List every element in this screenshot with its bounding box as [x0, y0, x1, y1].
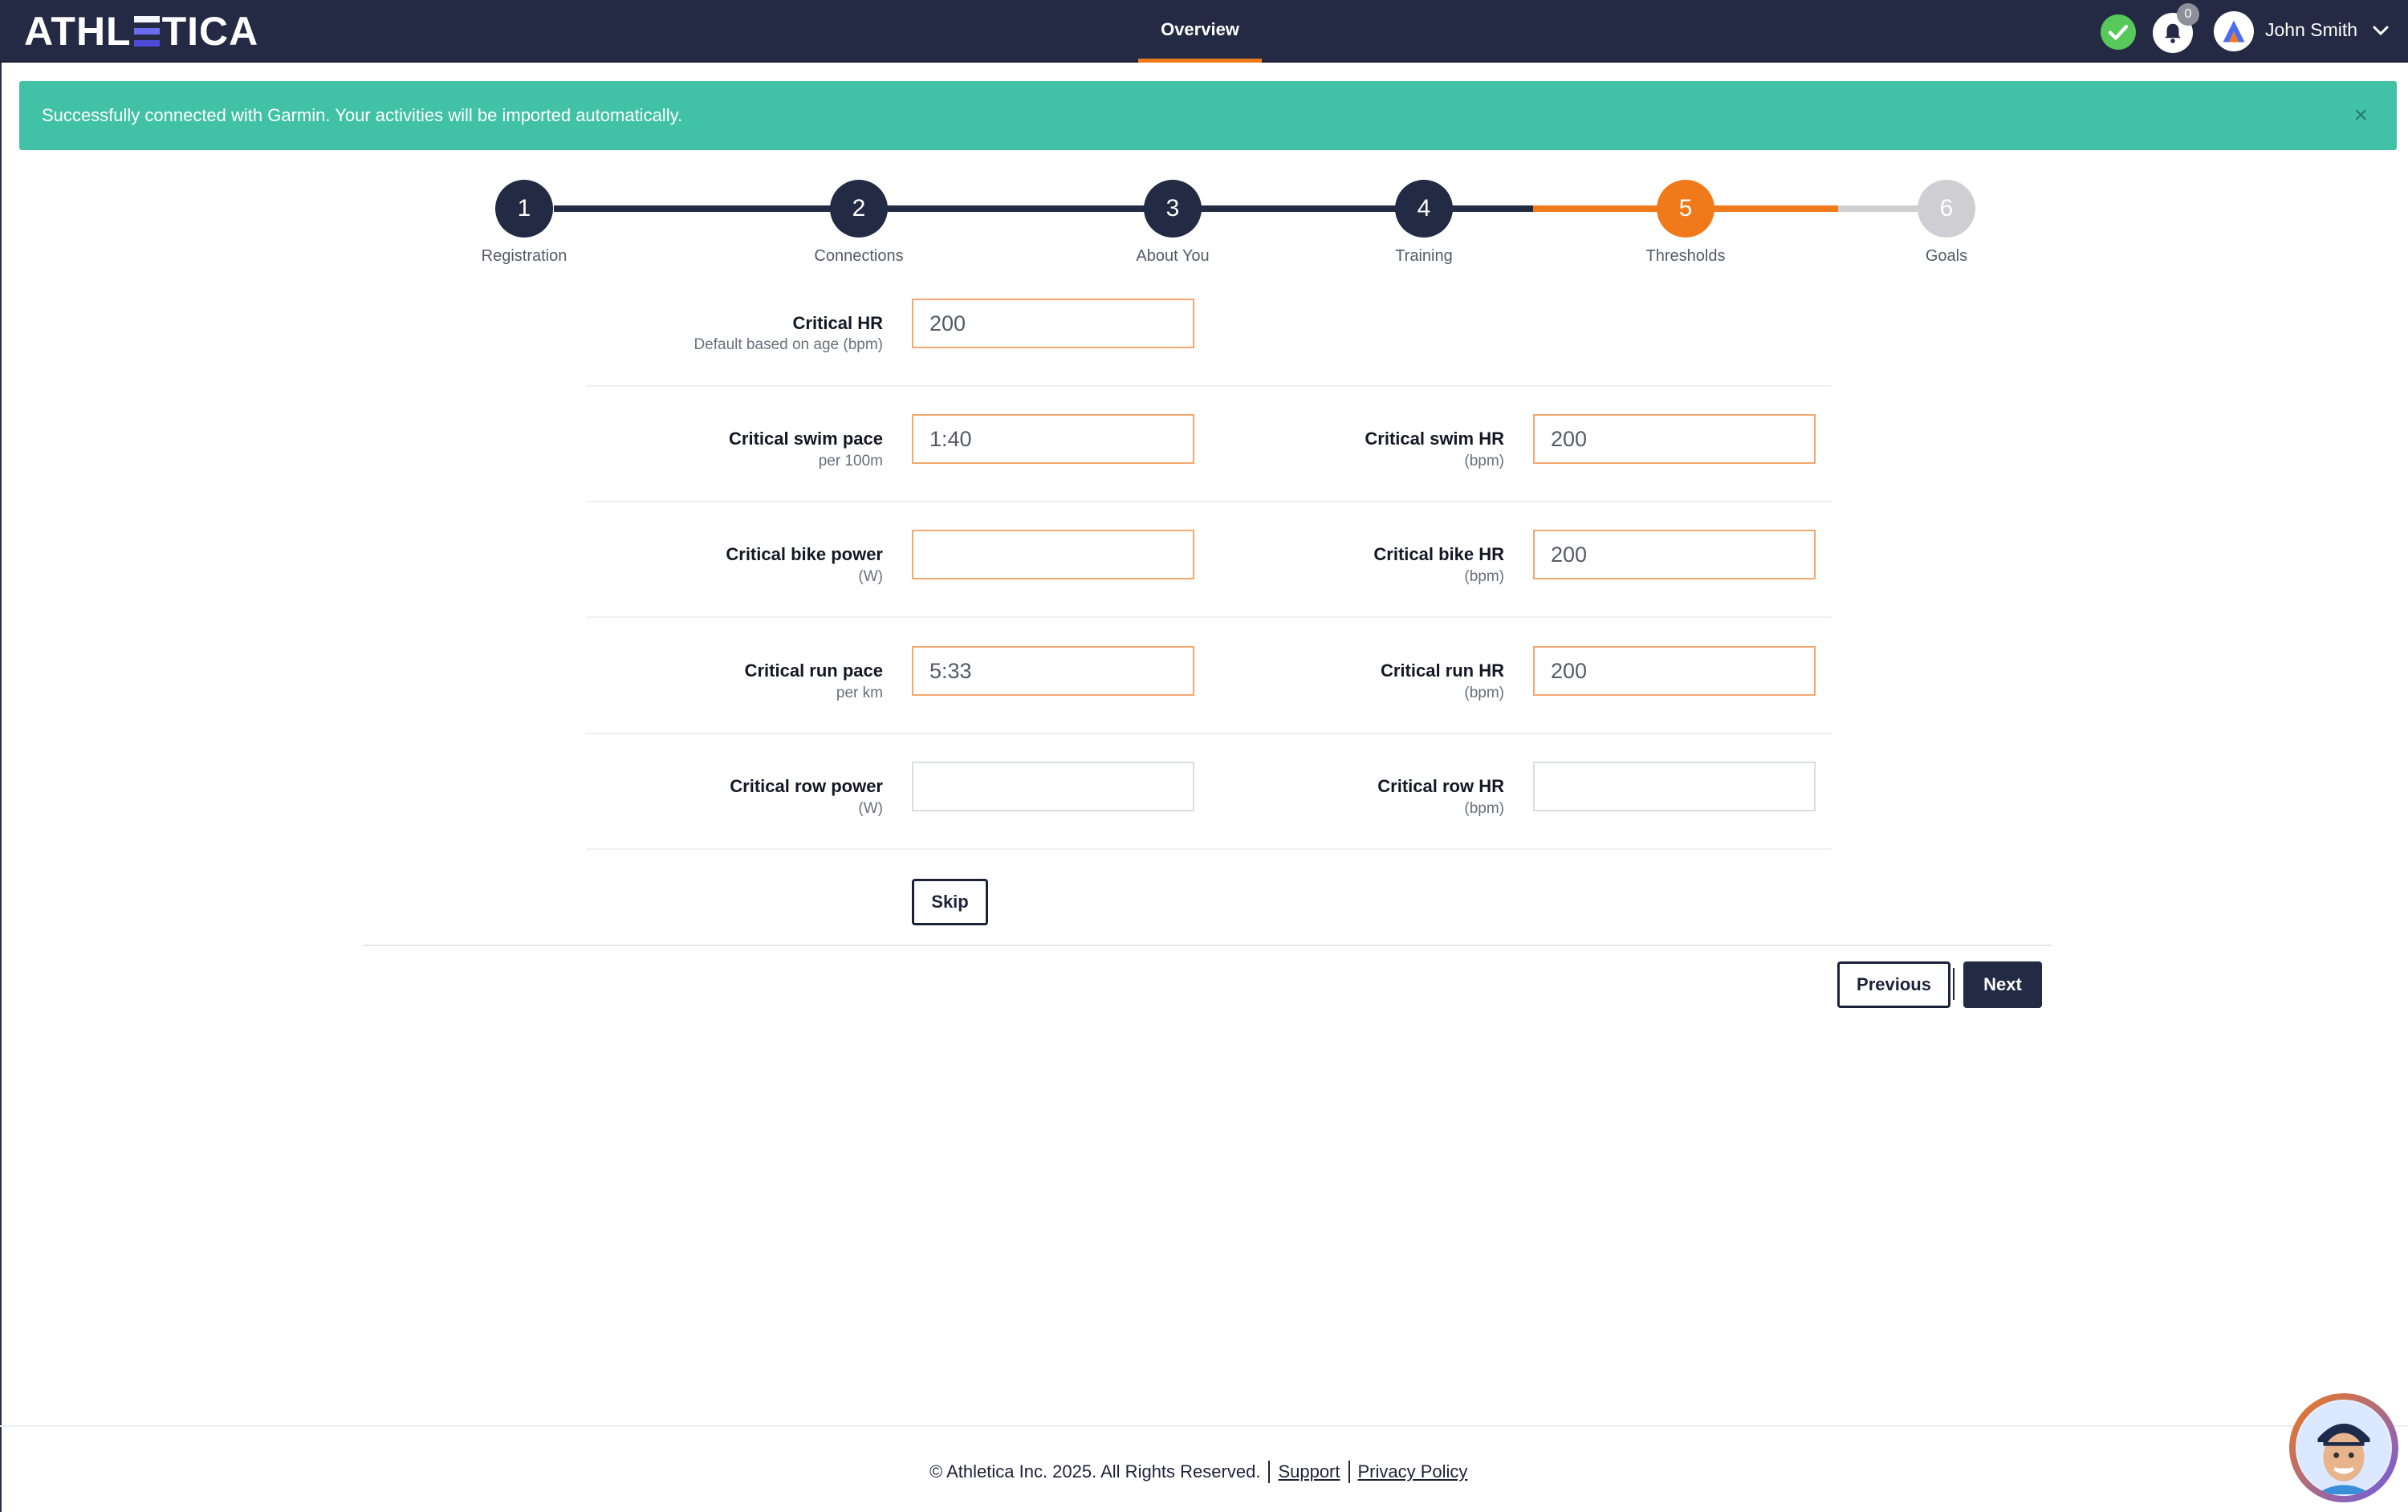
critical-row-power-label: Critical row power	[730, 776, 883, 796]
stepper-line-complete	[554, 205, 1533, 212]
step-4[interactable]: 4	[1395, 180, 1453, 238]
critical-hr-sublabel: Default based on age (bpm)	[694, 336, 883, 353]
support-link[interactable]: Support	[1278, 1461, 1340, 1482]
critical-bike-hr-label: Critical bike HR	[1373, 544, 1504, 564]
assistant-avatar-icon[interactable]	[2289, 1393, 2398, 1502]
step-label-goals: Goals	[1925, 247, 1968, 265]
critical-swim-hr-label: Critical swim HR	[1365, 429, 1504, 449]
critical-run-pace-label: Critical run pace	[744, 660, 883, 681]
row-divider	[586, 616, 1832, 618]
critical-row-hr-input[interactable]	[1533, 762, 1816, 811]
critical-run-hr-sublabel: (bpm)	[1464, 685, 1504, 701]
previous-button[interactable]: Previous	[1837, 961, 1950, 1008]
critical-bike-power-sublabel: (W)	[858, 568, 883, 585]
step-label-training: Training	[1395, 247, 1453, 265]
critical-row-power-sublabel: (W)	[858, 800, 883, 817]
critical-swim-hr-input[interactable]: 200	[1533, 414, 1816, 464]
step-label-connections: Connections	[814, 247, 904, 265]
critical-swim-hr-sublabel: (bpm)	[1464, 453, 1504, 469]
critical-run-pace-sublabel: per km	[836, 685, 883, 701]
logo-text-suffix: TICA	[161, 9, 259, 54]
tab-overview[interactable]: Overview	[1138, 0, 1262, 63]
logo-e-mark	[133, 16, 160, 47]
step-label-thresholds: Thresholds	[1645, 247, 1726, 265]
critical-run-pace-input[interactable]: 5:33	[912, 646, 1194, 696]
critical-row-hr-sublabel: (bpm)	[1464, 800, 1504, 817]
row-divider	[586, 733, 1832, 734]
critical-row-power-input[interactable]	[912, 762, 1194, 811]
alert-message: Successfully connected with Garmin. Your…	[42, 105, 683, 125]
footer-separator	[1268, 1461, 1271, 1483]
skip-button[interactable]: Skip	[912, 879, 988, 925]
step-1[interactable]: 1	[495, 180, 553, 238]
critical-bike-power-label: Critical bike power	[726, 544, 883, 564]
row-divider	[586, 501, 1832, 502]
critical-bike-power-input[interactable]	[912, 530, 1194, 579]
critical-hr-label: Critical HR	[792, 313, 883, 333]
critical-bike-hr-sublabel: (bpm)	[1464, 568, 1504, 585]
top-navbar: ATHL TICA Overview 0 John Smith	[0, 0, 2408, 63]
status-check-icon[interactable]	[2101, 14, 2136, 50]
critical-run-hr-input[interactable]: 200	[1533, 646, 1816, 696]
step-3[interactable]: 3	[1144, 180, 1202, 238]
user-avatar[interactable]	[2214, 11, 2254, 51]
critical-hr-input[interactable]: 200	[912, 299, 1194, 348]
row-divider	[586, 848, 1832, 850]
critical-bike-hr-input[interactable]: 200	[1533, 530, 1816, 579]
critical-row-hr-label: Critical row HR	[1377, 776, 1504, 796]
next-button[interactable]: Next	[1963, 961, 2042, 1008]
step-6[interactable]: 6	[1918, 180, 1975, 238]
section-divider	[363, 945, 2052, 946]
step-2[interactable]: 2	[830, 180, 888, 238]
critical-run-hr-label: Critical run HR	[1380, 660, 1504, 681]
critical-swim-pace-input[interactable]: 1:40	[912, 414, 1194, 464]
footer-separator	[1348, 1461, 1350, 1483]
footer: © Athletica Inc. 2025. All Rights Reserv…	[929, 1461, 1467, 1483]
button-separator	[1953, 968, 1954, 1000]
logo-text-prefix: ATHL	[24, 9, 132, 54]
athletica-logo[interactable]: ATHL TICA	[24, 9, 259, 54]
page-left-edge	[0, 63, 2, 1512]
privacy-policy-link[interactable]: Privacy Policy	[1358, 1461, 1468, 1482]
close-icon[interactable]: ×	[2353, 104, 2368, 128]
success-alert: Successfully connected with Garmin. Your…	[19, 81, 2397, 150]
step-label-about-you: About You	[1136, 247, 1210, 265]
notifications-count-badge: 0	[2177, 3, 2199, 26]
footer-copyright: © Athletica Inc. 2025. All Rights Reserv…	[929, 1461, 1261, 1482]
critical-swim-pace-sublabel: per 100m	[818, 453, 883, 469]
chevron-down-icon[interactable]	[2371, 21, 2390, 40]
row-divider	[586, 385, 1832, 387]
user-name[interactable]: John Smith	[2265, 19, 2357, 41]
step-5[interactable]: 5	[1657, 180, 1714, 238]
critical-swim-pace-label: Critical swim pace	[729, 429, 883, 449]
footer-divider	[0, 1425, 2408, 1427]
step-label-registration: Registration	[481, 247, 567, 265]
